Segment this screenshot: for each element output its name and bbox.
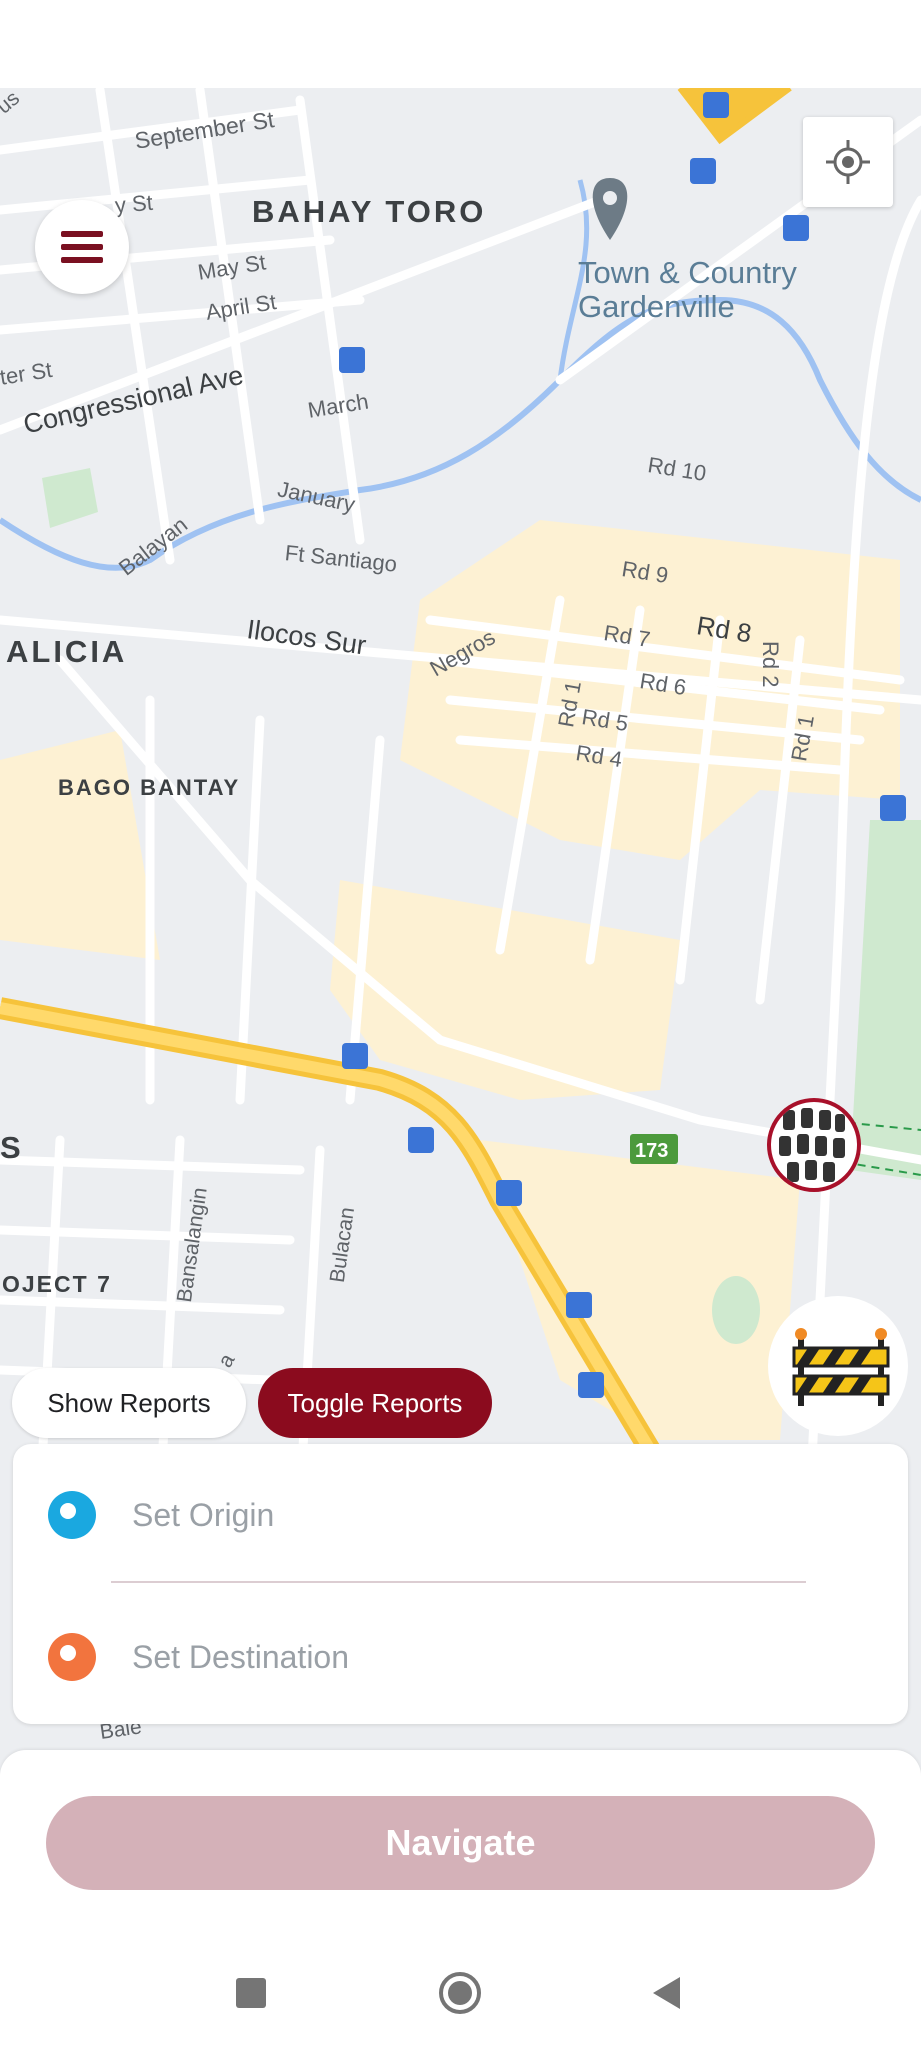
menu-button[interactable]: [35, 200, 129, 294]
toggle-reports-button[interactable]: Toggle Reports: [258, 1368, 492, 1438]
recents-button[interactable]: [196, 1938, 306, 2048]
destination-marker-icon: [48, 1633, 96, 1681]
traffic-report-marker[interactable]: [767, 1098, 861, 1192]
home-circle-icon: [439, 1972, 481, 2014]
route-shield: 173: [635, 1140, 669, 1162]
area-label-s: S: [0, 1130, 24, 1165]
system-navigation-bar: [0, 1938, 921, 2048]
area-label-bago-bantay: BAGO BANTAY: [58, 775, 241, 800]
area-label-bahay-toro: BAHAY TORO: [252, 194, 487, 229]
back-triangle-icon: [653, 1977, 680, 2009]
route-divider: [111, 1581, 806, 1583]
route-input-card: [13, 1444, 908, 1724]
street-label: Rd 2: [758, 641, 783, 688]
area-label-project-7: OJECT 7: [2, 1271, 112, 1297]
origin-input[interactable]: [130, 1495, 874, 1535]
road-barrier-icon: [792, 1328, 890, 1406]
area-label-alicia: ALICIA: [6, 634, 128, 669]
navigate-sheet: Navigate: [0, 1750, 921, 1938]
show-reports-button[interactable]: Show Reports: [12, 1368, 246, 1438]
navigate-button[interactable]: Navigate: [46, 1796, 875, 1890]
my-location-icon: [826, 140, 870, 184]
status-bar: [0, 0, 921, 88]
hamburger-menu-icon: [61, 231, 103, 263]
my-location-button[interactable]: [803, 117, 893, 207]
poi-label-town-country[interactable]: Town & Country Gardenville: [578, 256, 797, 324]
square-icon: [236, 1978, 266, 2008]
back-button[interactable]: [612, 1938, 722, 2048]
traffic-jam-icon: [779, 1108, 845, 1182]
street-label: y St: [113, 189, 154, 218]
roadblock-report-marker[interactable]: [768, 1296, 908, 1436]
home-button[interactable]: [405, 1938, 515, 2048]
origin-marker-icon: [48, 1491, 96, 1539]
destination-input[interactable]: [130, 1637, 874, 1677]
destination-row: [13, 1612, 908, 1702]
origin-row: [13, 1470, 908, 1560]
